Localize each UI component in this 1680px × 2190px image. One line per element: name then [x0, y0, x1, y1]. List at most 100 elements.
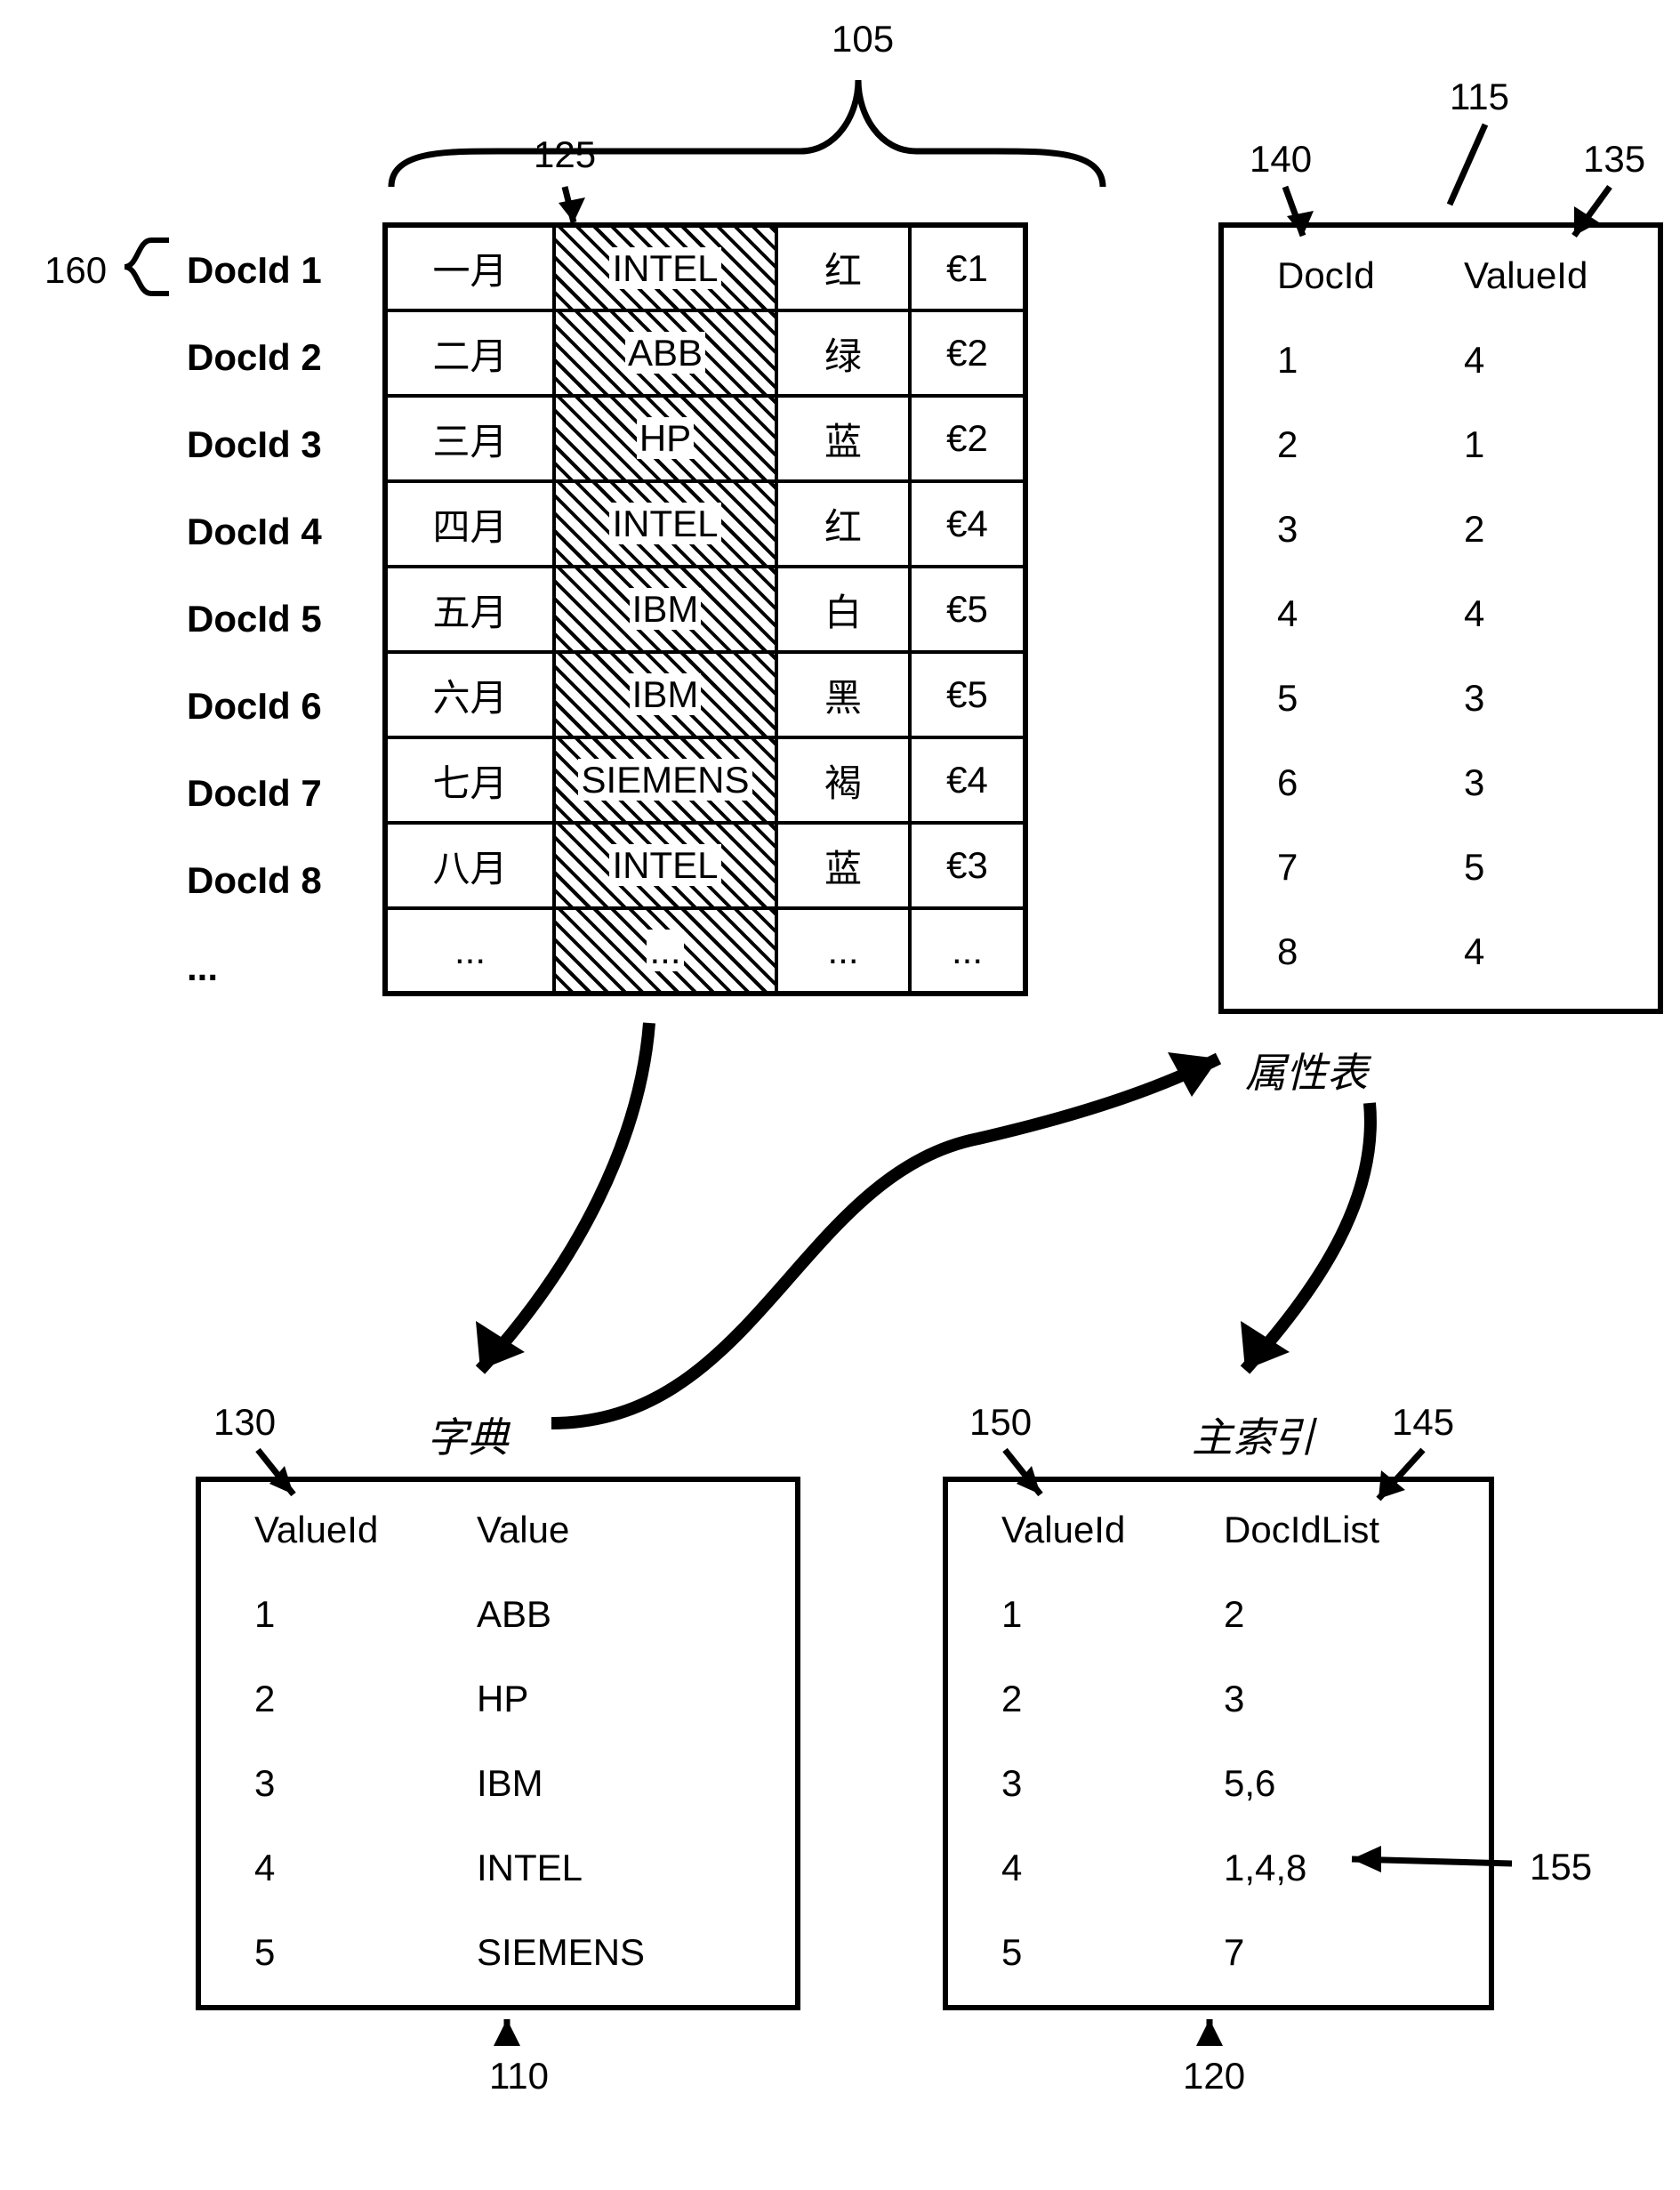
- main-cell: 5,6: [1224, 1762, 1275, 1805]
- docid-label-8: DocId 8: [187, 859, 322, 902]
- cell-company: IBM: [554, 652, 776, 737]
- table-row: 一月 INTEL 红 €1: [385, 225, 1025, 310]
- main-cell: 2: [1001, 1678, 1022, 1720]
- attribute-table: DocId ValueId 1 4 2 1 3 2 4 4 5 3 6 3 7 …: [1218, 222, 1663, 1014]
- cell-company: HP: [554, 396, 776, 481]
- cell-amount: €5: [910, 652, 1025, 737]
- cell-month: 四月: [385, 481, 554, 567]
- cell-month: 六月: [385, 652, 554, 737]
- ref-160: 160: [44, 249, 107, 292]
- main-hdr-list: DocIdList: [1224, 1509, 1379, 1551]
- dict-cell: 3: [254, 1762, 275, 1805]
- ref-140: 140: [1250, 138, 1312, 181]
- cell-amount: €1: [910, 225, 1025, 310]
- main-cell: 1,4,8: [1224, 1847, 1306, 1889]
- cell-month: 五月: [385, 567, 554, 652]
- dict-hdr-value: Value: [477, 1509, 569, 1551]
- docid-label-5: DocId 5: [187, 598, 322, 640]
- cell-amount: €4: [910, 737, 1025, 823]
- main-hdr-valueid: ValueId: [1001, 1509, 1125, 1551]
- cell-company: ABB: [554, 310, 776, 396]
- attr-cell: 5: [1277, 677, 1298, 720]
- attr-cell: 3: [1464, 761, 1484, 804]
- cell-amount: €2: [910, 396, 1025, 481]
- cell-color: 褐: [776, 737, 910, 823]
- cell-color: 白: [776, 567, 910, 652]
- attr-hdr-docid: DocId: [1277, 254, 1375, 297]
- label-attribute-table: 属性表: [1245, 1041, 1368, 1099]
- dict-cell: IBM: [477, 1762, 543, 1805]
- cell-color: 绿: [776, 310, 910, 396]
- attr-cell: 3: [1464, 677, 1484, 720]
- main-cell: 1: [1001, 1593, 1022, 1636]
- main-cell: 3: [1001, 1762, 1022, 1805]
- attr-cell: 6: [1277, 761, 1298, 804]
- table-row: 四月 INTEL 红 €4: [385, 481, 1025, 567]
- docid-label-4: DocId 4: [187, 511, 322, 553]
- cell-color: 蓝: [776, 396, 910, 481]
- document-table: 一月 INTEL 红 €1 二月 ABB 绿 €2 三月 HP 蓝 €2 四月 …: [382, 222, 1028, 996]
- cell-amount: €5: [910, 567, 1025, 652]
- main-cell: 5: [1001, 1931, 1022, 1974]
- cell-color: ...: [776, 908, 910, 994]
- cell-company: INTEL: [554, 823, 776, 908]
- cell-company: SIEMENS: [554, 737, 776, 823]
- table-row: 八月 INTEL 蓝 €3: [385, 823, 1025, 908]
- cell-color: 黑: [776, 652, 910, 737]
- attr-cell: 2: [1277, 423, 1298, 466]
- cell-month: 三月: [385, 396, 554, 481]
- attr-cell: 1: [1277, 339, 1298, 382]
- cell-company: INTEL: [554, 481, 776, 567]
- attr-cell: 3: [1277, 508, 1298, 551]
- attr-cell: 4: [1464, 592, 1484, 635]
- attr-cell: 2: [1464, 508, 1484, 551]
- docid-label-2: DocId 2: [187, 336, 322, 379]
- label-main-index: 主索引: [1192, 1405, 1314, 1464]
- table-row: 二月 ABB 绿 €2: [385, 310, 1025, 396]
- cell-company: INTEL: [554, 225, 776, 310]
- ref-130: 130: [213, 1401, 276, 1444]
- main-cell: 2: [1224, 1593, 1244, 1636]
- ref-110: 110: [489, 2055, 549, 2097]
- main-cell: 4: [1001, 1847, 1022, 1889]
- cell-color: 红: [776, 481, 910, 567]
- docid-label-1: DocId 1: [187, 249, 322, 292]
- dict-cell: SIEMENS: [477, 1931, 645, 1974]
- table-row: ... ... ... ...: [385, 908, 1025, 994]
- cell-color: 红: [776, 225, 910, 310]
- table-row: 六月 IBM 黑 €5: [385, 652, 1025, 737]
- dict-hdr-valueid: ValueId: [254, 1509, 378, 1551]
- ref-155: 155: [1530, 1846, 1592, 1888]
- label-dictionary: 字典: [427, 1405, 509, 1464]
- attr-cell: 4: [1464, 339, 1484, 382]
- attr-cell: 4: [1277, 592, 1298, 635]
- dict-cell: 4: [254, 1847, 275, 1889]
- cell-month: 二月: [385, 310, 554, 396]
- ref-125: 125: [534, 133, 596, 176]
- attr-cell: 5: [1464, 846, 1484, 889]
- ref-120: 120: [1183, 2055, 1245, 2097]
- main-index-table: ValueId DocIdList 1 2 2 3 3 5,6 4 1,4,8 …: [943, 1477, 1494, 2010]
- attr-cell: 4: [1464, 930, 1484, 973]
- ref-115: 115: [1450, 76, 1509, 118]
- cell-amount: ...: [910, 908, 1025, 994]
- cell-amount: €2: [910, 310, 1025, 396]
- cell-color: 蓝: [776, 823, 910, 908]
- cell-company: IBM: [554, 567, 776, 652]
- cell-month: ...: [385, 908, 554, 994]
- cell-amount: €4: [910, 481, 1025, 567]
- table-row: 五月 IBM 白 €5: [385, 567, 1025, 652]
- dict-cell: 1: [254, 1593, 275, 1636]
- dict-cell: 2: [254, 1678, 275, 1720]
- main-cell: 7: [1224, 1931, 1244, 1974]
- cell-month: 七月: [385, 737, 554, 823]
- dict-cell: HP: [477, 1678, 528, 1720]
- ref-150: 150: [969, 1401, 1032, 1444]
- ref-135: 135: [1583, 138, 1645, 181]
- dictionary-table: ValueId Value 1 ABB 2 HP 3 IBM 4 INTEL 5…: [196, 1477, 800, 2010]
- main-cell: 3: [1224, 1678, 1244, 1720]
- cell-company: ...: [554, 908, 776, 994]
- cell-amount: €3: [910, 823, 1025, 908]
- attr-cell: 8: [1277, 930, 1298, 973]
- dict-cell: ABB: [477, 1593, 551, 1636]
